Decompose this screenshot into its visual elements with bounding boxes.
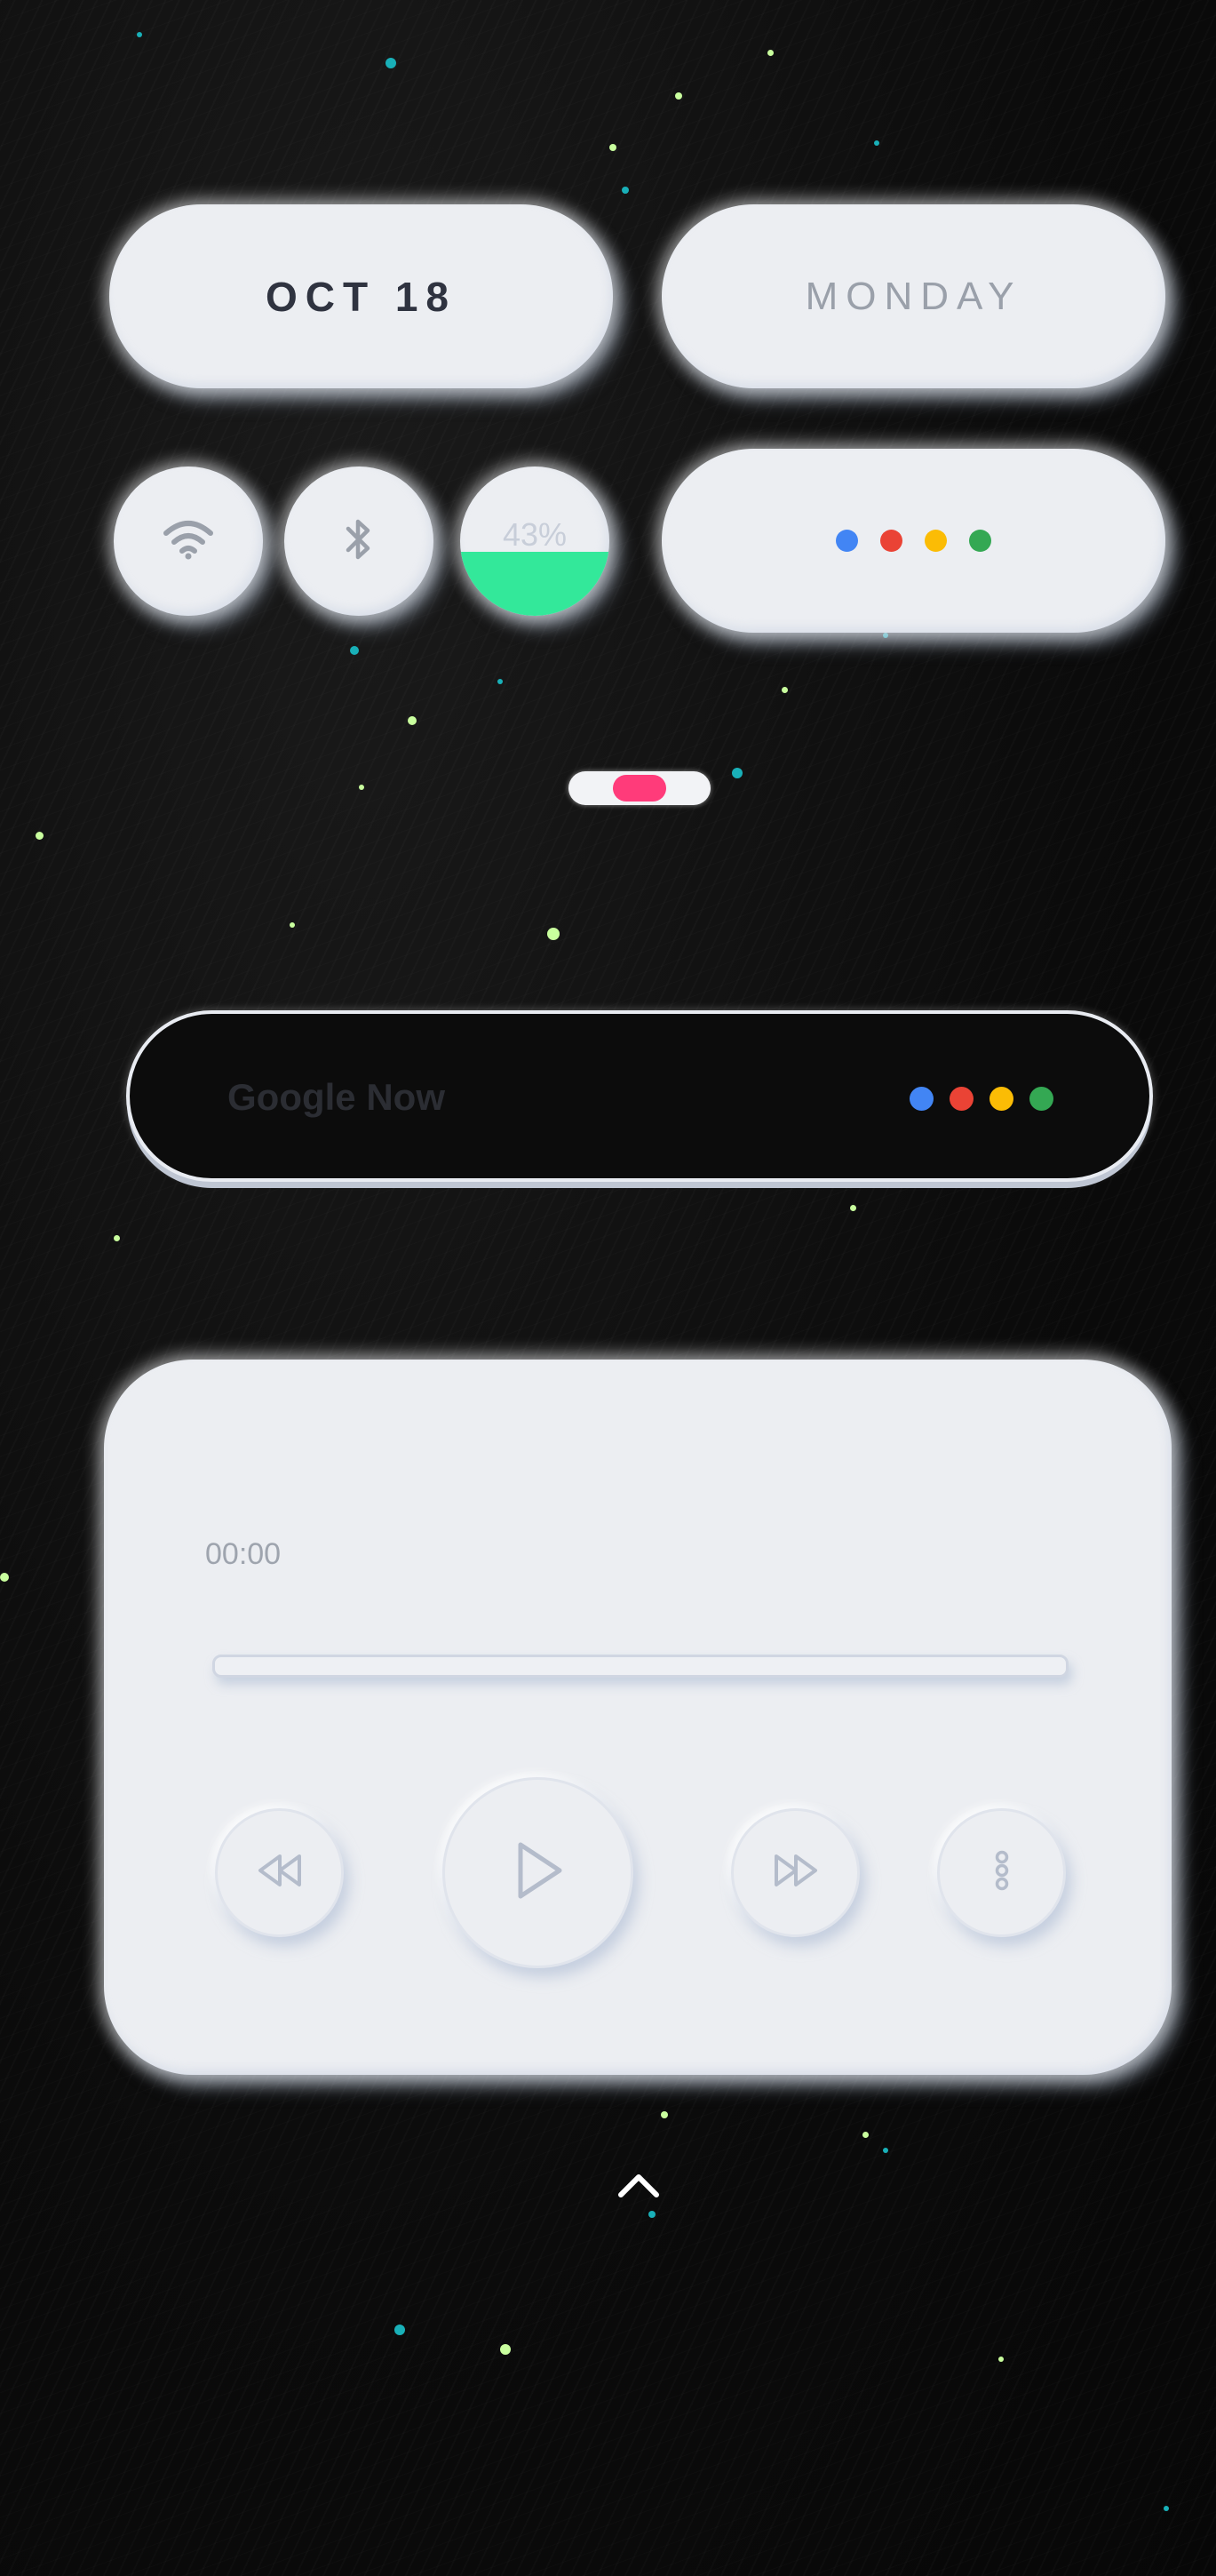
assistant-dot-1: [836, 530, 858, 552]
chevron-up-icon: [616, 2174, 662, 2204]
play-icon: [512, 1839, 565, 1906]
search-dot-3: [989, 1087, 1013, 1111]
search-dot-1: [910, 1087, 934, 1111]
google-dots: [910, 1087, 1053, 1111]
toggle-knob: [613, 775, 666, 802]
more-options-button[interactable]: [937, 1808, 1066, 1937]
day-pill[interactable]: MONDAY: [662, 204, 1165, 388]
assistant-dot-3: [925, 530, 947, 552]
play-button[interactable]: [442, 1777, 633, 1968]
battery-indicator[interactable]: 43%: [460, 467, 609, 616]
battery-percent: 43%: [502, 516, 568, 553]
assistant-dot-4: [969, 530, 991, 552]
elapsed-time: 00:00: [205, 1537, 282, 1571]
date-label: OCT 18: [265, 273, 457, 320]
google-now-search-bar[interactable]: Google Now: [126, 1010, 1153, 1182]
rewind-icon: [256, 1853, 304, 1893]
wifi-toggle-button[interactable]: [114, 467, 263, 616]
assistant-button[interactable]: [662, 449, 1165, 633]
progress-track[interactable]: [212, 1655, 1069, 1678]
search-placeholder: Google Now: [227, 1076, 445, 1118]
search-dot-4: [1029, 1087, 1053, 1111]
day-label: MONDAY: [805, 274, 1022, 318]
page-toggle[interactable]: [568, 771, 711, 805]
search-dot-2: [950, 1087, 974, 1111]
expand-button[interactable]: [616, 2168, 662, 2200]
assistant-dot-2: [880, 530, 902, 552]
bluetooth-toggle-button[interactable]: [284, 467, 433, 616]
fast-forward-button[interactable]: [731, 1808, 860, 1937]
more-icon: [993, 1850, 1011, 1895]
rewind-button[interactable]: [215, 1808, 344, 1937]
battery-level-fill: [460, 551, 609, 616]
music-player-card: 00:00: [104, 1360, 1172, 2075]
wifi-icon: [163, 519, 214, 564]
date-pill[interactable]: OCT 18: [109, 204, 613, 388]
bluetooth-icon: [343, 516, 375, 567]
fast-forward-icon: [772, 1853, 820, 1893]
